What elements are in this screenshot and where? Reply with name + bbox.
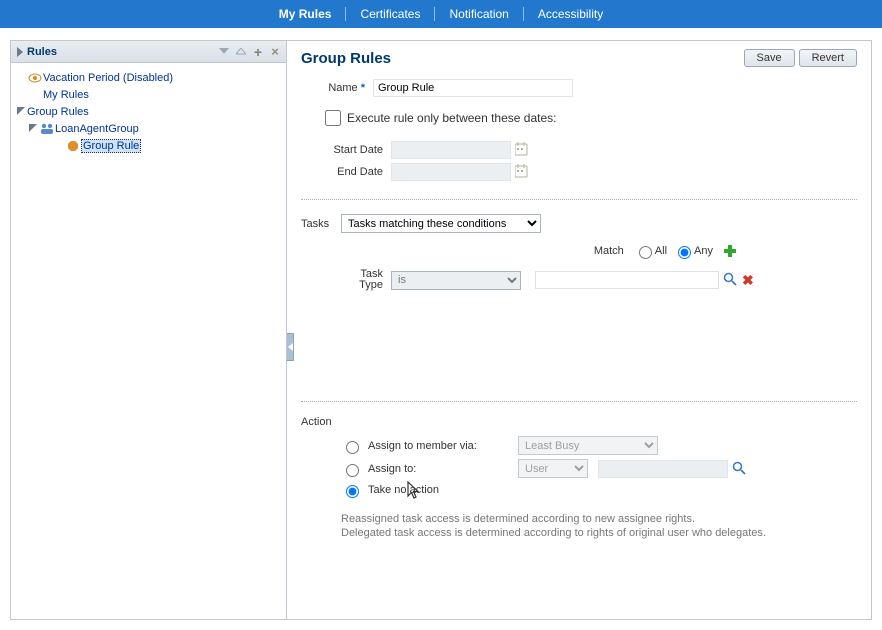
separator	[301, 199, 857, 200]
assign-method-select[interactable]: Least Busy	[518, 436, 658, 455]
assign-to-label: Assign to:	[368, 463, 518, 475]
tree-label: Group Rule	[81, 139, 141, 153]
collapse-icon[interactable]	[17, 47, 23, 57]
tree-loanagentgroup[interactable]: LoanAgentGroup	[17, 120, 280, 137]
nav-certificates[interactable]: Certificates	[346, 7, 435, 21]
execute-between-dates-checkbox[interactable]	[325, 110, 341, 126]
nav-my-rules[interactable]: My Rules	[265, 7, 347, 21]
content-panel: Group Rules Save Revert Name * Execute r…	[287, 41, 871, 619]
match-all-radio[interactable]: All	[634, 243, 667, 259]
sidebar-title: Rules	[27, 46, 217, 58]
search-icon[interactable]	[732, 461, 748, 477]
calendar-icon[interactable]	[515, 142, 531, 158]
assign-value-input[interactable]	[598, 460, 728, 478]
top-nav: My Rules Certificates Notification Acces…	[0, 0, 882, 28]
tree-label: Vacation Period (Disabled)	[43, 72, 173, 84]
move-down-icon[interactable]	[217, 45, 231, 59]
eye-icon	[27, 73, 43, 83]
add-rule-icon[interactable]: +	[251, 45, 265, 59]
tree-my-rules[interactable]: My Rules	[17, 86, 280, 103]
sidebar-header: Rules + ×	[11, 41, 286, 63]
assign-to-radio[interactable]	[341, 461, 362, 477]
match-label: Match	[594, 245, 624, 257]
start-date-input[interactable]	[391, 141, 511, 159]
tasks-label: Tasks	[301, 218, 341, 230]
start-date-label: Start Date	[321, 144, 391, 156]
search-icon[interactable]	[723, 272, 739, 288]
revert-button[interactable]: Revert	[799, 49, 857, 67]
take-no-action-label: Take no action	[368, 484, 518, 496]
condition-attr-label: Task Type	[341, 269, 391, 291]
help-text: Reassigned task access is determined acc…	[341, 512, 857, 540]
move-up-icon[interactable]	[234, 45, 248, 59]
collapse-toggle-icon[interactable]	[17, 107, 27, 116]
assign-member-radio[interactable]	[341, 438, 362, 454]
collapse-toggle-icon[interactable]	[29, 124, 39, 133]
calendar-icon[interactable]	[515, 164, 531, 180]
add-condition-icon[interactable]	[723, 244, 737, 258]
separator	[301, 401, 857, 402]
assign-member-label: Assign to member via:	[368, 440, 518, 452]
end-date-label: End Date	[321, 166, 391, 178]
main-container: Rules + × Vacation Period (Disabled)	[10, 40, 872, 620]
nav-notification[interactable]: Notification	[435, 7, 523, 21]
condition-op-select[interactable]: is	[391, 271, 521, 290]
tree-group-rules[interactable]: Group Rules	[17, 103, 280, 120]
condition-value-input[interactable]	[535, 271, 719, 289]
execute-between-dates-label: Execute rule only between these dates:	[347, 111, 556, 125]
match-any-radio[interactable]: Any	[673, 243, 713, 259]
tree-label: My Rules	[43, 89, 89, 101]
sidebar: Rules + × Vacation Period (Disabled)	[11, 41, 287, 619]
tree-label: Group Rules	[27, 106, 89, 118]
rule-icon	[65, 141, 81, 151]
take-no-action-radio[interactable]	[341, 482, 362, 498]
name-label: Name *	[325, 82, 373, 94]
rules-tree: Vacation Period (Disabled) My Rules Grou…	[11, 63, 286, 160]
end-date-input[interactable]	[391, 163, 511, 181]
nav-accessibility[interactable]: Accessibility	[524, 7, 617, 21]
tasks-select[interactable]: Tasks matching these conditions	[341, 214, 541, 233]
group-icon	[39, 123, 55, 135]
action-label: Action	[301, 416, 857, 428]
page-title: Group Rules	[301, 50, 740, 67]
assign-type-select[interactable]: User	[518, 459, 588, 478]
tree-group-rule[interactable]: Group Rule	[17, 137, 280, 154]
tree-vacation-period[interactable]: Vacation Period (Disabled)	[17, 69, 280, 86]
splitter-collapse-icon[interactable]	[287, 333, 294, 361]
delete-condition-icon[interactable]: ✖	[742, 272, 754, 289]
tree-label: LoanAgentGroup	[55, 123, 139, 135]
delete-rule-icon[interactable]: ×	[268, 45, 282, 59]
name-input[interactable]	[373, 79, 573, 97]
save-button[interactable]: Save	[744, 49, 795, 67]
